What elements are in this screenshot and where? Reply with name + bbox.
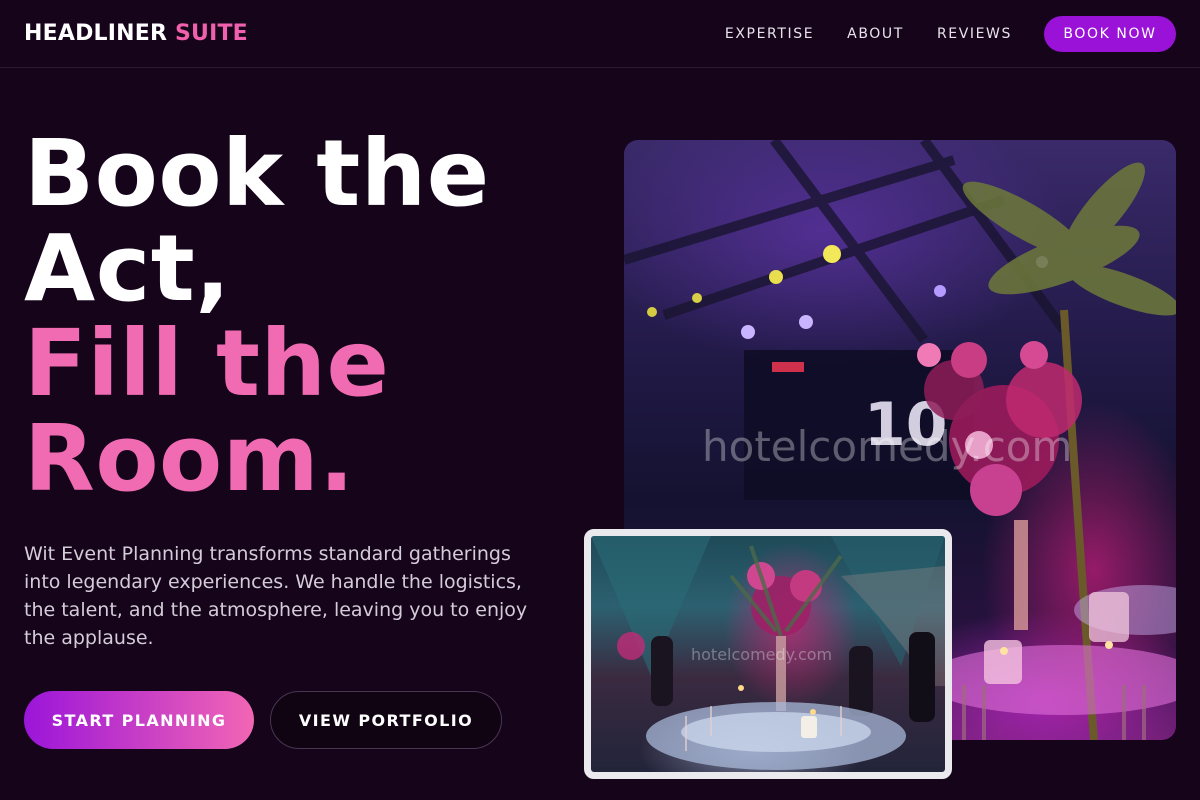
nav-link-reviews[interactable]: REVIEWS xyxy=(937,26,1012,42)
main-photo-watermark: hotelcomedy.com xyxy=(702,422,1073,471)
hero-headline: Book the Act, Fill the Room. xyxy=(24,126,490,506)
headline-line-4: Room. xyxy=(24,405,355,512)
hero-inset-photo: hotelcomedy.com xyxy=(584,529,952,779)
hero-description: Wit Event Planning transforms standard g… xyxy=(24,543,528,649)
view-portfolio-button[interactable]: VIEW PORTFOLIO xyxy=(270,691,502,749)
brand-logo[interactable]: HEADLINER SUITE xyxy=(24,21,248,46)
nav-links: EXPERTISE ABOUT REVIEWS BOOK NOW xyxy=(692,15,1176,52)
top-nav: HEADLINER SUITE EXPERTISE ABOUT REVIEWS … xyxy=(0,0,1200,68)
headline-line-1: Book the xyxy=(24,120,490,227)
brand-name: HEADLINER xyxy=(24,21,168,46)
start-planning-button[interactable]: START PLANNING xyxy=(24,691,254,749)
nav-link-expertise[interactable]: EXPERTISE xyxy=(725,26,814,42)
nav-link-about[interactable]: ABOUT xyxy=(847,26,904,42)
brand-accent: SUITE xyxy=(174,21,248,46)
headline-line-2: Act, xyxy=(24,215,231,322)
headline-line-3: Fill the xyxy=(24,310,390,417)
inset-photo-watermark: hotelcomedy.com xyxy=(691,645,833,664)
book-now-button[interactable]: BOOK NOW xyxy=(1044,15,1176,52)
